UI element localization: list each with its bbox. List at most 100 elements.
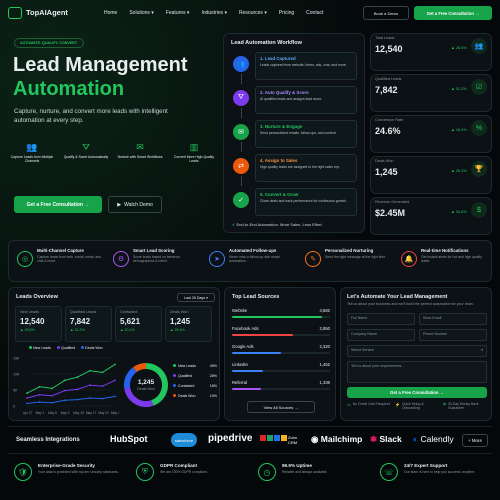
book-demo-label: Book a Demo: [373, 10, 399, 16]
kpi-label: New Leads: [20, 310, 39, 314]
workflow-step-desc: High-quality leads are assigned to the r…: [260, 165, 340, 169]
donut-legend-label: New Leads: [178, 364, 196, 368]
hero-cta-button[interactable]: Get a Free Consultation →: [14, 196, 102, 213]
nav-features[interactable]: Features ▾: [166, 10, 190, 16]
source-name: Referral: [232, 380, 247, 385]
date-range-select[interactable]: Last 30 Days ▾: [177, 293, 215, 302]
phone-input[interactable]: Phone Number: [419, 329, 487, 341]
trust-desc: We are 100% GDPR compliant.: [160, 470, 208, 474]
workflow-step: ⛛ 2. Auto Qualify & Score AI qualifies lea…: [231, 86, 359, 118]
trust-desc: Our team is here to help you succeed, an…: [404, 470, 476, 474]
workflow-footer-text: End-to-End Automation. More Sales. Less …: [236, 222, 323, 227]
form-badges: ▭ No Credit Card Required ⚡ Quick Setup & …: [347, 402, 487, 411]
workflow-connector: [241, 108, 242, 118]
nav-contact[interactable]: Contact: [306, 10, 323, 16]
nav-pricing[interactable]: Pricing: [279, 10, 294, 16]
watch-demo-button[interactable]: ▶ Watch Demo: [108, 196, 162, 213]
source-row[interactable]: Website 4,582: [232, 308, 330, 324]
filter-icon: ⛛: [82, 142, 90, 152]
trust-item: ☏ 24/7 Expert Support Our team is here to …: [380, 460, 498, 494]
stat-value: $2.45M: [375, 208, 406, 218]
send-icon: ➤: [209, 251, 225, 267]
x-tick-label: Apr 27: [23, 411, 33, 415]
main-nav: Home Solutions ▾ Features ▾ Industries ▾…: [104, 10, 335, 16]
workflow-step-card: 3. Nurture & Engage Send personalized ema…: [255, 120, 357, 148]
form-submit-button[interactable]: Get a Free Consultation →: [347, 387, 487, 398]
headset-icon: ☏: [380, 463, 398, 481]
more-integrations-button[interactable]: + More: [462, 434, 488, 447]
source-row[interactable]: LinkedIn 1,452: [232, 362, 330, 378]
check-icon: ✓: [233, 192, 249, 208]
nav-cta-label: Get a Free Consultation →: [426, 10, 480, 16]
source-name: Google Ads: [232, 344, 254, 349]
dollar-icon: $: [471, 202, 487, 218]
nav-industries[interactable]: Industries ▾: [201, 10, 227, 16]
message-textarea[interactable]: Tell us about your requirements...: [347, 361, 487, 383]
source-row[interactable]: Facebook Ads 2,850: [232, 326, 330, 342]
stat-delta: ▲ 34.6%: [451, 210, 467, 214]
donut-legend-item: Qualified 28%: [173, 374, 217, 378]
source-bar-fill: [232, 370, 264, 372]
form-title: Let's Automate Your Lead Management: [347, 294, 448, 300]
kpi-label: Deals Won: [170, 310, 189, 314]
envelope-icon: ✎: [305, 251, 321, 267]
overview-kpi-card: New Leads 12,540 ▲ 28.6%: [15, 306, 62, 342]
nav-home[interactable]: Home: [104, 10, 117, 16]
source-value: 2,850: [319, 326, 330, 331]
series-point: [38, 385, 41, 388]
globe-icon: ◎: [17, 251, 33, 267]
hero-badge: AUTOMATE. QUALIFY. CONVERT.: [14, 38, 84, 48]
overview-kpi-card: Deals Won 1,245 ▲ 26.4%: [165, 306, 212, 342]
series-point: [38, 401, 41, 404]
source-value: 1,452: [319, 362, 330, 367]
handshake-icon: ⇄: [233, 158, 249, 174]
nav-cta-button[interactable]: Get a Free Consultation →: [414, 6, 492, 20]
capability-title: Automated Follow-ups: [229, 248, 277, 253]
stat-value: 24.6%: [375, 126, 401, 136]
kpi-value: 7,842: [70, 317, 91, 326]
shield-icon: 🛡: [14, 463, 32, 481]
trust-desc: Your data is protected with top-tier sec…: [38, 470, 119, 474]
source-row[interactable]: Referral 1,336: [232, 380, 330, 396]
mailchimp-logo: ◉ Mailchimp: [311, 434, 363, 444]
workflow-title: Lead Automation Workflow: [231, 40, 302, 46]
workflow-connector: [241, 142, 242, 152]
capability-desc: Score leads based on behavior, demograph…: [133, 255, 181, 264]
capability-desc: Never miss a follow-up with smart automa…: [229, 255, 280, 264]
workflow-step-desc: AI qualifies leads and assigns lead scor…: [260, 97, 323, 101]
nav-resources[interactable]: Resources ▾: [239, 10, 267, 16]
full-name-input[interactable]: Full Name: [347, 313, 415, 325]
series-point: [76, 388, 79, 391]
stat-value: 1,245: [375, 167, 398, 177]
brand-name[interactable]: TopAIAgent: [26, 8, 68, 17]
work-email-input[interactable]: Work Email: [419, 313, 487, 325]
source-row[interactable]: Google Ads 2,320: [232, 344, 330, 360]
workflow-step-card: 1. Lead Captured Leads captured from webs…: [255, 52, 357, 80]
stat-card: % Conversion Rate 24.6% ▲ 18.4%: [370, 115, 492, 153]
integrations-title: Seamless Integrations: [16, 437, 80, 443]
donut-legend-item: New Leads 45%: [173, 364, 217, 368]
workflow-step: ✉ 3. Nurture & Engage Send personalized em…: [231, 120, 359, 152]
workflow-step-desc: Send personalized emails, follow-ups, an…: [260, 131, 337, 135]
series-point: [51, 394, 54, 397]
stat-value: 12,540: [375, 44, 403, 54]
stat-delta: ▲ 28.6%: [451, 46, 467, 50]
series-point: [76, 376, 79, 379]
service-select[interactable]: Select Service ▾: [347, 345, 487, 357]
nav-solutions[interactable]: Solutions ▾: [129, 10, 153, 16]
hero-features: 👥 Capture Leads from Multiple Channels ⛛…: [8, 142, 218, 164]
users-icon: 👥: [471, 38, 487, 54]
leads-line-chart: 15K10K5K0Apr 27 May 1 May 5 May 9 May 13 May …: [13, 356, 119, 415]
stat-card: 🏆 Deals Won 1,245 ▲ 26.4%: [370, 156, 492, 194]
view-all-sources-button[interactable]: View All Sources →: [247, 401, 315, 413]
x-tick-label: May 1: [36, 411, 45, 415]
company-input[interactable]: Company Name: [347, 329, 415, 341]
workflow-step-card: 2. Auto Qualify & Score AI qualifies lead…: [255, 86, 357, 114]
hero-title: Lead Management: [13, 54, 188, 76]
capability-desc: Capture leads from web, social, email, a…: [37, 255, 102, 264]
workflow-footer: ✔ End-to-End Automation. More Sales. Les…: [232, 222, 323, 227]
book-demo-button[interactable]: Book a Demo: [363, 6, 409, 20]
kpi-value: 5,621: [120, 317, 141, 326]
series-point: [38, 393, 41, 396]
x-tick-label: May 17: [86, 411, 97, 415]
